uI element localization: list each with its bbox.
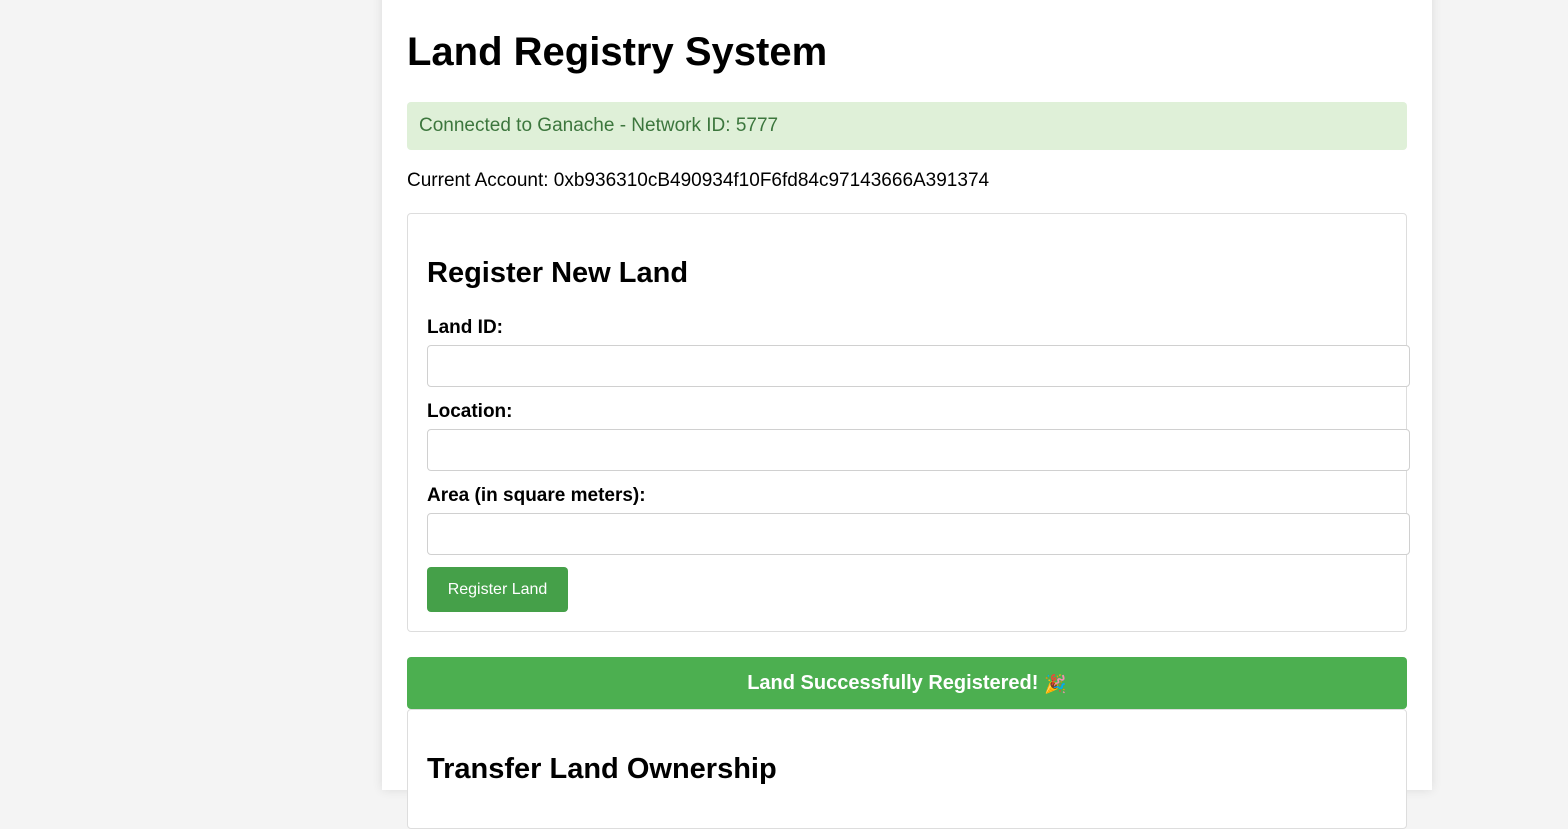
main-container: Land Registry System Connected to Ganach… bbox=[382, 0, 1432, 829]
location-label: Location: bbox=[427, 401, 513, 422]
page-title: Land Registry System bbox=[407, 30, 828, 74]
register-land-button[interactable]: Register Land bbox=[427, 567, 568, 612]
register-land-card: Register New Land Land ID: Location: Are… bbox=[407, 213, 1410, 632]
connection-status-banner: Connected to Ganache - Network ID: 5777 bbox=[407, 102, 1407, 150]
land-id-input[interactable] bbox=[427, 345, 1410, 387]
current-account-label: Current Account: 0xb936310cB490934f10F6f… bbox=[407, 170, 990, 191]
success-message: Land Successfully Registered! bbox=[747, 672, 1039, 694]
land-id-label: Land ID: bbox=[427, 317, 503, 338]
area-input[interactable] bbox=[427, 513, 1410, 555]
location-input[interactable] bbox=[427, 429, 1410, 471]
area-label: Area (in square meters): bbox=[427, 485, 646, 506]
party-popper-icon: 🎉 bbox=[1044, 673, 1067, 694]
register-land-heading: Register New Land bbox=[427, 257, 689, 289]
transfer-land-heading: Transfer Land Ownership bbox=[427, 753, 777, 785]
transfer-land-card: Transfer Land Ownership bbox=[407, 709, 1407, 829]
success-banner: Land Successfully Registered! 🎉 bbox=[407, 657, 1407, 709]
